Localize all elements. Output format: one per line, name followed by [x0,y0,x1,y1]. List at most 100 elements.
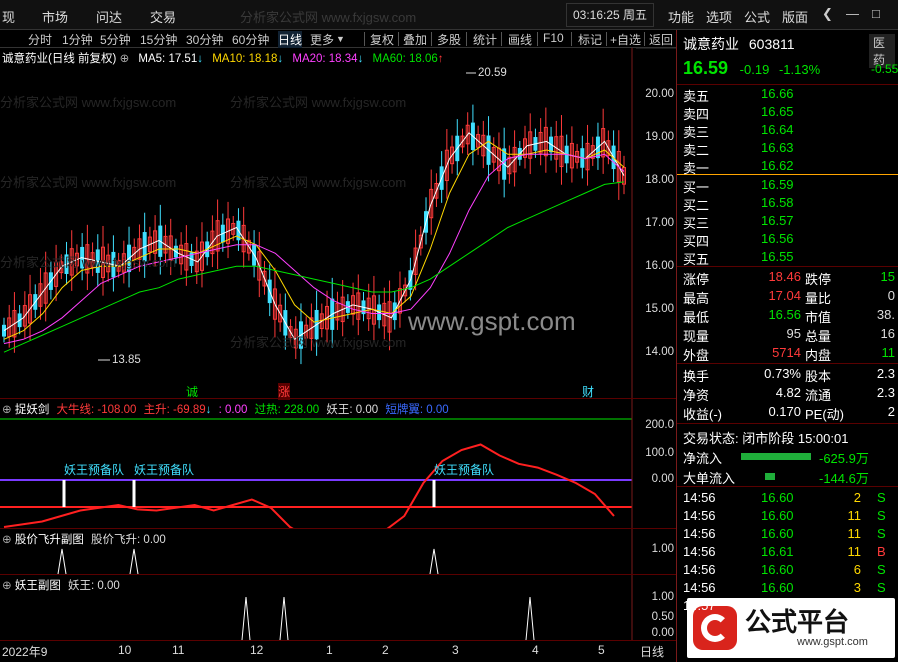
menu-item-options[interactable]: 选项 [706,7,732,26]
menu-item-trade[interactable]: 交易 [150,7,176,26]
main-rise-line [3,443,615,529]
bid-row: 买二 16.58 [683,195,895,213]
tick-time: 14:56 [683,490,716,505]
bid-label: 买五 [683,252,710,267]
tool-overlay[interactable]: 叠加 [403,31,427,48]
stat-value: 15 [880,269,895,284]
ask-label: 卖三 [683,125,710,140]
indicator-panel-zhuoyaojian[interactable]: ⊕ 捉妖剑 大牛线: -108.00 主升: -69.89↓ : 0.00 过热… [0,398,676,529]
tool-f10[interactable]: F10 [543,31,564,45]
tool-back[interactable]: 返回 [649,31,673,48]
bid-label: 买一 [683,180,710,195]
menu-item-market[interactable]: 市场 [42,7,68,26]
menu-item-ask[interactable]: 问达 [96,7,122,26]
period-tab-5min[interactable]: 5分钟 [100,31,131,48]
date-tick: 11 [172,643,185,657]
stat-value: 17.04 [768,288,801,303]
tick-side: S [877,490,886,505]
ask-price: 16.64 [761,122,794,137]
period-tab-daily[interactable]: 日线 [278,31,303,48]
restore-icon[interactable]: □ [872,6,880,21]
menubar-watermark: 分析家公式网 www.fxjgsw.com [240,10,417,25]
tick-time: 14:56 [683,508,716,523]
indicator1-tick: 200.0 [645,419,674,431]
stat-key: 涨停 [683,272,710,287]
bid-price: 16.55 [761,249,794,264]
indicator-panel-feisheng[interactable]: ⊕ 股价飞升副图 股价飞升: 0.00 1.00 [0,528,676,575]
stat-row: 最高 17.04 量比 0 [683,288,895,306]
date-axis: 2022年9 10 11 12 1 2 3 4 5 日线 [0,640,676,662]
period-tab-60min[interactable]: 60分钟 [232,31,269,48]
tool-mark[interactable]: 标记 [578,31,602,48]
tool-add-watchlist[interactable]: +自选 [610,31,641,48]
period-tab-more[interactable]: 更多 [310,31,334,48]
menu-item-formula[interactable]: 公式 [744,7,770,26]
big-inflow-bar [765,473,775,480]
ask-price: 16.63 [761,140,794,155]
period-tab-30min[interactable]: 30分钟 [186,31,223,48]
stat-value: 16 [880,326,895,341]
ask-row: 卖三 16.64 [683,122,895,140]
tick-volume: 6 [853,562,861,577]
tick-time: 14:56 [683,544,716,559]
minimize-icon[interactable]: — [846,6,859,21]
tick-volume: 3 [853,580,861,595]
tick-volume: 11 [847,526,862,541]
chevron-down-icon[interactable]: ▼ [336,34,345,44]
price-tick: 14.00 [645,346,674,358]
bid-row: 买五 16.55 [683,249,895,267]
tick-price: 16.60 [761,580,794,595]
yaowang-bar [132,480,136,507]
menu-item-home[interactable]: 现 [2,7,15,26]
stat-key: 最高 [683,291,710,306]
ask-row: 卖五 16.66 [683,86,895,104]
tick-side: S [877,562,886,577]
indicator3-tick: 0.50 [651,611,674,623]
price-tick: 19.00 [645,131,674,143]
stat-key: 内盘 [805,348,832,363]
indicator2-chart [57,529,633,575]
kline-chart [2,48,676,398]
period-indicator[interactable]: 日线 [640,643,664,660]
big-inflow-label: 大单流入 [683,471,736,486]
period-tab-timeshare[interactable]: 分时 [28,31,52,48]
stat-key: 市值 [805,310,832,325]
tick-side: S [877,580,886,595]
stat-value: 38. [876,307,895,322]
spike [129,548,139,575]
stat-key: 跌停 [805,272,832,287]
bid-label: 买四 [683,234,710,249]
date-tick: 12 [250,643,264,657]
tool-multi[interactable]: 多股 [437,31,461,48]
price-change-pct: -1.13% [778,62,821,77]
tick-side: B [877,544,886,559]
period-tab-15min[interactable]: 15分钟 [140,31,177,48]
menu-item-layout[interactable]: 版面 [782,7,808,26]
kline-panel[interactable]: 诚意药业(日线 前复权) ⊕ MA5: 17.51↓ MA10: 18.18↓ … [0,48,676,400]
stat-key: 现量 [683,329,710,344]
indicator-panel-yaowang[interactable]: ⊕ 妖王副图 妖王: 0.00 1.00 0.50 0.00 [0,574,676,641]
stat-value: 2.3 [876,385,895,400]
stat-value: 4.82 [775,385,801,400]
ask-label: 卖四 [683,107,710,122]
net-inflow-bar [741,453,811,460]
stat-key: 收益(-) [683,407,722,422]
tick-time: 14:56 [683,526,716,541]
tool-stats[interactable]: 统计 [473,31,497,48]
tool-draw[interactable]: 画线 [508,31,532,48]
bid-row: 买一 16.59 [683,177,895,195]
date-tick: 3 [452,643,459,657]
price-tick: 17.00 [645,217,674,229]
tool-fq[interactable]: 复权 [370,31,394,48]
stat-row: 换手 0.73% 股本 2.3 [683,366,895,384]
date-tick: 4 [532,643,539,657]
chevron-left-icon[interactable]: ❮ [822,6,833,22]
menu-item-functions[interactable]: 功能 [668,7,694,26]
tick-side: S [877,508,886,523]
bid-price: 16.59 [761,177,794,192]
period-toolbar: 分时 1分钟 5分钟 15分钟 30分钟 60分钟 日线 更多 ▼ 复权 叠加 … [0,30,676,48]
stat-value: 5714 [772,345,801,360]
quote-panel: 诚意药业 603811 医药 16.59 -0.19 -1.13% -0.55 … [676,30,898,662]
period-tab-1min[interactable]: 1分钟 [62,31,93,48]
net-inflow-value: -625.9万 [819,451,869,466]
